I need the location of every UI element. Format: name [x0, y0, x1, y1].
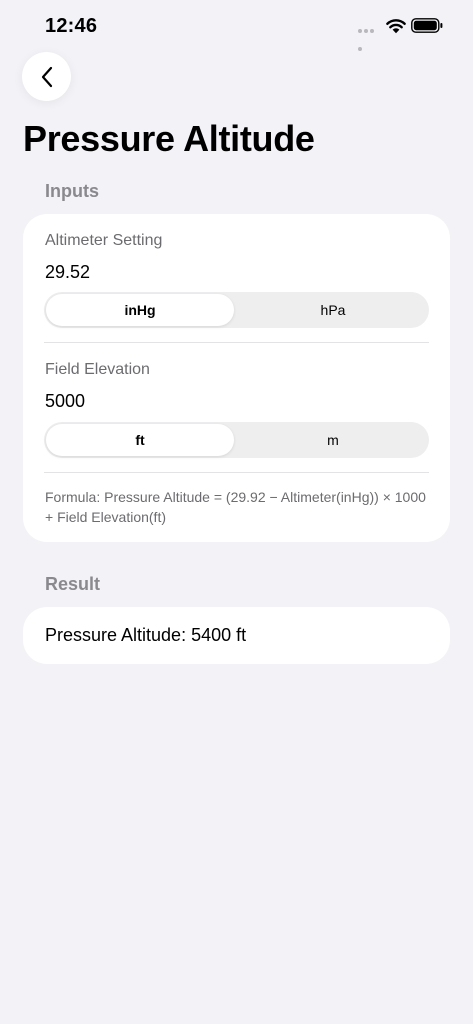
result-text: Pressure Altitude: 5400 ft — [45, 625, 247, 645]
result-section-header: Result — [45, 574, 101, 594]
cellular-signal-icon — [358, 29, 380, 51]
chevron-left-icon — [41, 66, 52, 87]
altimeter-setting-label: Altimeter Setting — [45, 232, 163, 249]
battery-icon — [411, 18, 443, 33]
inputs-card: Altimeter Setting 29.52 inHg hPa Field E… — [23, 214, 450, 542]
unit-segment-hpa[interactable]: hPa — [239, 294, 427, 326]
status-bar: 12:46 — [0, 0, 473, 54]
result-card: Pressure Altitude: 5400 ft — [23, 607, 450, 664]
page-title: Pressure Altitude — [23, 118, 315, 159]
altimeter-unit-picker: inHg hPa — [44, 292, 429, 328]
divider — [44, 342, 429, 343]
field-elevation-label: Field Elevation — [45, 361, 150, 378]
formula-text: Formula: Pressure Altitude = (29.92 − Al… — [45, 489, 426, 525]
altimeter-setting-input[interactable]: 29.52 — [45, 262, 90, 283]
divider — [44, 472, 429, 473]
unit-segment-m[interactable]: m — [239, 424, 427, 456]
field-elevation-input[interactable]: 5000 — [45, 391, 85, 412]
back-button[interactable] — [22, 52, 71, 101]
elevation-unit-picker: ft m — [44, 422, 429, 458]
unit-segment-ft[interactable]: ft — [46, 424, 234, 456]
wifi-icon — [386, 19, 406, 34]
unit-segment-inhg[interactable]: inHg — [46, 294, 234, 326]
status-time: 12:46 — [45, 15, 98, 37]
inputs-section-header: Inputs — [45, 181, 99, 201]
